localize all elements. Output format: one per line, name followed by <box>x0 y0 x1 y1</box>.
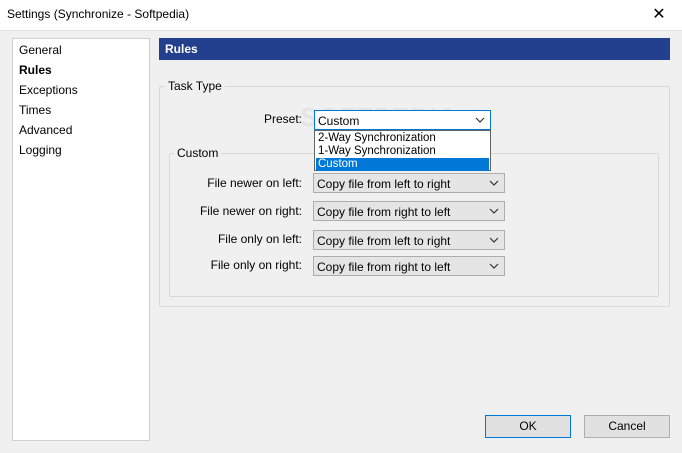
preset-label: Preset: <box>263 112 302 126</box>
chevron-down-icon <box>489 180 499 186</box>
nav-item-advanced[interactable]: Advanced <box>19 121 72 139</box>
title-bar: Settings (Synchronize - Softpedia) ✕ <box>0 0 682 30</box>
window-title: Settings (Synchronize - Softpedia) <box>7 7 190 21</box>
file-only-left-label: File only on left: <box>217 232 302 246</box>
nav-item-rules[interactable]: Rules <box>19 61 52 79</box>
file-only-right-dropdown[interactable]: Copy file from right to left <box>313 256 505 276</box>
file-newer-right-dropdown[interactable]: Copy file from right to left <box>313 201 505 221</box>
preset-option-custom[interactable]: Custom <box>316 158 489 171</box>
file-newer-left-dropdown[interactable]: Copy file from left to right <box>313 173 505 193</box>
preset-dropdown[interactable]: Custom <box>314 110 491 130</box>
preset-option-1way[interactable]: 1-Way Synchronization <box>316 145 489 158</box>
settings-nav-list[interactable]: General Rules Exceptions Times Advanced … <box>12 38 150 441</box>
task-type-group-label: Task Type <box>165 79 225 93</box>
section-title: Rules <box>165 42 198 56</box>
file-only-right-value: Copy file from right to left <box>317 260 451 274</box>
chevron-down-icon <box>489 208 499 214</box>
preset-option-2way[interactable]: 2-Way Synchronization <box>316 132 489 145</box>
nav-item-exceptions[interactable]: Exceptions <box>19 81 78 99</box>
chevron-down-icon <box>475 117 485 123</box>
file-only-left-dropdown[interactable]: Copy file from left to right <box>313 230 505 250</box>
chevron-down-icon <box>489 237 499 243</box>
close-icon[interactable]: ✕ <box>636 0 682 30</box>
preset-value: Custom <box>318 114 360 128</box>
title-divider <box>0 30 682 31</box>
nav-item-times[interactable]: Times <box>19 101 51 119</box>
custom-group-label: Custom <box>174 146 222 160</box>
file-only-right-label: File only on right: <box>210 258 302 272</box>
file-only-left-value: Copy file from left to right <box>317 234 451 248</box>
nav-item-logging[interactable]: Logging <box>19 141 62 159</box>
preset-dropdown-list[interactable]: 2-Way Synchronization 1-Way Synchronizat… <box>314 130 491 171</box>
file-newer-left-value: Copy file from left to right <box>317 177 451 191</box>
section-header: Rules <box>159 38 670 60</box>
nav-item-general[interactable]: General <box>19 41 62 59</box>
ok-button[interactable]: OK <box>485 415 571 438</box>
file-newer-right-value: Copy file from right to left <box>317 205 451 219</box>
chevron-down-icon <box>489 263 499 269</box>
cancel-button[interactable]: Cancel <box>584 415 670 438</box>
file-newer-left-label: File newer on left: <box>207 176 302 190</box>
file-newer-right-label: File newer on right: <box>199 204 302 218</box>
